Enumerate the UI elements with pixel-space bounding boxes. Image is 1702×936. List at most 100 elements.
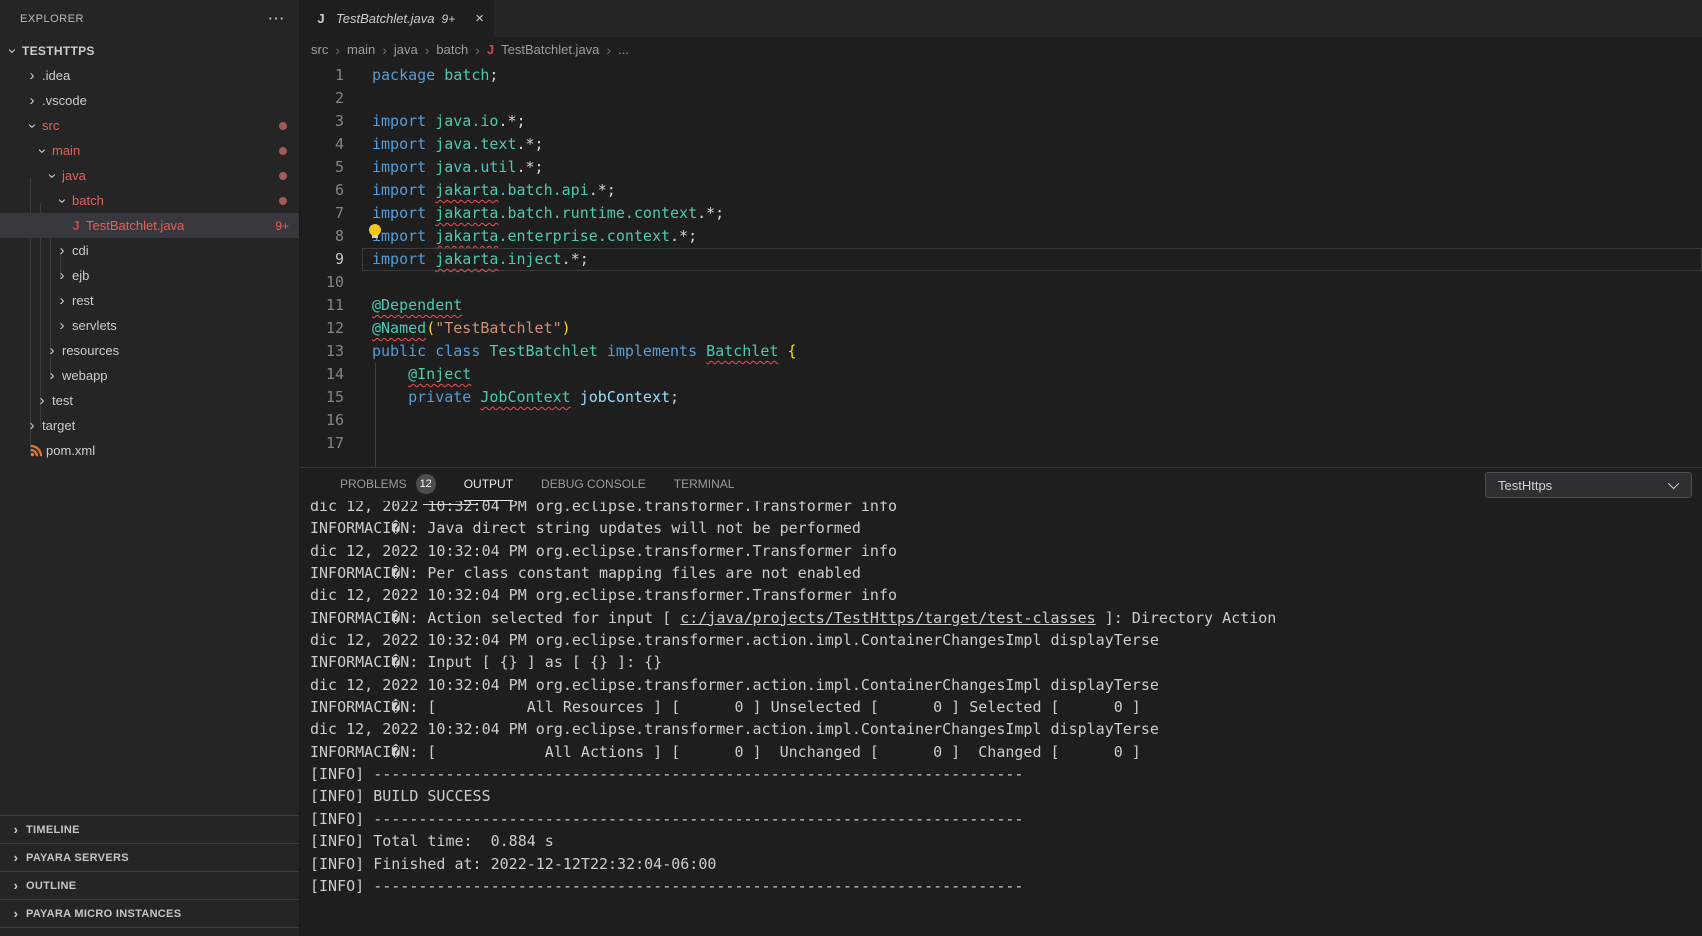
tree-item--idea[interactable]: ›.idea xyxy=(0,63,299,88)
tree-item-pom-xml[interactable]: pom.xml xyxy=(0,438,299,463)
code-token: ; xyxy=(670,388,679,406)
section-payara-servers[interactable]: ›PAYARA SERVERS xyxy=(0,843,299,871)
tree-item-testbatchlet-java[interactable]: JTestBatchlet.java9+ xyxy=(0,213,299,238)
tree-item-ejb[interactable]: ›ejb xyxy=(0,263,299,288)
panel-tab-problems[interactable]: PROBLEMS12 xyxy=(340,468,436,501)
more-actions-icon[interactable]: ⋯ xyxy=(268,9,286,29)
output-text: dic 12, 2022 10:32:04 PM org.eclipse.tra… xyxy=(310,631,1159,649)
tree-item-test[interactable]: ›test xyxy=(0,388,299,413)
lightbulb-quickfix-icon[interactable] xyxy=(369,224,381,236)
code-token: .*; xyxy=(517,158,544,176)
code-token: java.io xyxy=(435,112,498,130)
chevron-down-icon: › xyxy=(4,43,20,59)
code-line-text: import java.text.*; xyxy=(362,133,1702,156)
line-number: 1 xyxy=(300,64,344,87)
chevron-right-icon: › xyxy=(54,243,70,259)
line-number: 6 xyxy=(300,179,344,202)
panel-tab-output[interactable]: OUTPUT xyxy=(464,468,513,501)
tree-item-testhttps[interactable]: ›TESTHTTPS xyxy=(0,38,299,63)
code-line-text: import java.io.*; xyxy=(362,110,1702,133)
output-line: dic 12, 2022 10:32:04 PM org.eclipse.tra… xyxy=(310,584,1702,606)
chevron-right-icon: › xyxy=(24,418,40,434)
output-line: [INFO] ---------------------------------… xyxy=(310,875,1702,897)
code-token: import xyxy=(372,112,435,130)
tab-close-icon[interactable]: × xyxy=(475,10,484,27)
tree-item-servlets[interactable]: ›servlets xyxy=(0,313,299,338)
tree-item-target[interactable]: ›target xyxy=(0,413,299,438)
tree-item-src[interactable]: ›src xyxy=(0,113,299,138)
line-number: 4 xyxy=(300,133,344,156)
breadcrumb-separator: › xyxy=(425,42,430,58)
line-number: 12 xyxy=(300,317,344,340)
section-timeline[interactable]: ›TIMELINE xyxy=(0,815,299,843)
code-line-11: 11@Dependent xyxy=(300,294,1702,317)
tree-item-java[interactable]: ›java xyxy=(0,163,299,188)
code-token: java.util xyxy=(435,158,516,176)
code-line-17: 17 xyxy=(300,432,1702,455)
xml-file-icon xyxy=(28,444,44,457)
section-outline[interactable]: ›OUTLINE xyxy=(0,871,299,899)
code-token: ; xyxy=(489,66,498,84)
breadcrumb-item-main[interactable]: main xyxy=(347,42,375,57)
panel-tab-terminal[interactable]: TERMINAL xyxy=(674,468,735,501)
section-label: TIMELINE xyxy=(26,824,80,836)
code-editor[interactable]: 1package batch;23import java.io.*;4impor… xyxy=(300,62,1702,467)
tree-item-main[interactable]: ›main xyxy=(0,138,299,163)
panel-tab-label: OUTPUT xyxy=(464,477,513,491)
error-dot-badge xyxy=(279,122,287,130)
tree-item-batch[interactable]: ›batch xyxy=(0,188,299,213)
tree-item-label: ejb xyxy=(72,268,89,283)
chevron-right-icon: › xyxy=(8,850,24,866)
breadcrumb-item-java[interactable]: java xyxy=(394,42,418,57)
code-token: import xyxy=(372,204,435,222)
code-token: public class xyxy=(372,342,489,360)
code-line-9: 9import jakarta.inject.*; xyxy=(300,248,1702,271)
output-text: INFORMACI�N: [ All Resources ] [ 0 ] Uns… xyxy=(310,698,1141,716)
tree-item-label: servlets xyxy=(72,318,117,333)
tree-item-label: target xyxy=(42,418,75,433)
output-text: INFORMACI�N: [ All Actions ] [ 0 ] Uncha… xyxy=(310,743,1141,761)
line-number: 2 xyxy=(300,87,344,110)
chevron-down-icon: › xyxy=(44,168,60,184)
breadcrumb-item--[interactable]: ... xyxy=(618,42,629,57)
chevron-right-icon: › xyxy=(34,393,50,409)
code-token: { xyxy=(787,342,796,360)
output-line: [INFO] BUILD SUCCESS xyxy=(310,785,1702,807)
code-token: .batch.runtime.context xyxy=(498,204,697,222)
breadcrumb-item-batch[interactable]: batch xyxy=(436,42,468,57)
java-file-icon: J xyxy=(487,42,494,57)
output-file-link[interactable]: c:/java/projects/TestHttps/target/test-c… xyxy=(680,609,1095,627)
code-line-5: 5import java.util.*; xyxy=(300,156,1702,179)
code-token xyxy=(372,365,408,383)
panel-tab-label: DEBUG CONSOLE xyxy=(541,477,646,491)
tree-item--vscode[interactable]: ›.vscode xyxy=(0,88,299,113)
tab-testbatchlet-java[interactable]: J TestBatchlet.java 9+ × xyxy=(300,0,494,37)
code-line-1: 1package batch; xyxy=(300,64,1702,87)
tree-item-cdi[interactable]: ›cdi xyxy=(0,238,299,263)
panel-tab-debug-console[interactable]: DEBUG CONSOLE xyxy=(541,468,646,501)
problems-count-badge: 12 xyxy=(416,474,436,494)
breadcrumb-item-TestBatchlet-java[interactable]: TestBatchlet.java xyxy=(501,42,599,57)
panel-tab-label: TERMINAL xyxy=(674,477,735,491)
code-line-2: 2 xyxy=(300,87,1702,110)
chevron-right-icon: › xyxy=(44,343,60,359)
line-number: 11 xyxy=(300,294,344,317)
output-channel-select[interactable]: TestHttps xyxy=(1485,472,1692,498)
output-text: [INFO] BUILD SUCCESS xyxy=(310,787,491,805)
output-line: [INFO] ---------------------------------… xyxy=(310,808,1702,830)
code-token: jakarta xyxy=(435,250,498,268)
tree-item-label: cdi xyxy=(72,243,89,258)
tree-item-rest[interactable]: ›rest xyxy=(0,288,299,313)
chevron-right-icon: › xyxy=(54,318,70,334)
section-payara-micro-instances[interactable]: ›PAYARA MICRO INSTANCES xyxy=(0,899,299,927)
code-line-text: import jakarta.batch.runtime.context.*; xyxy=(362,202,1702,225)
breadcrumb-item-src[interactable]: src xyxy=(311,42,328,57)
tree-item-webapp[interactable]: ›webapp xyxy=(0,363,299,388)
output-text: [INFO] Total time: 0.884 s xyxy=(310,832,554,850)
chevron-right-icon: › xyxy=(54,293,70,309)
tree-item-resources[interactable]: ›resources xyxy=(0,338,299,363)
code-token: .enterprise.context xyxy=(498,227,670,245)
code-line-15: 15 private JobContext jobContext; xyxy=(300,386,1702,409)
breadcrumb-separator: › xyxy=(382,42,387,58)
output-line: dic 12, 2022 10:32:04 PM org.eclipse.tra… xyxy=(310,501,1702,517)
